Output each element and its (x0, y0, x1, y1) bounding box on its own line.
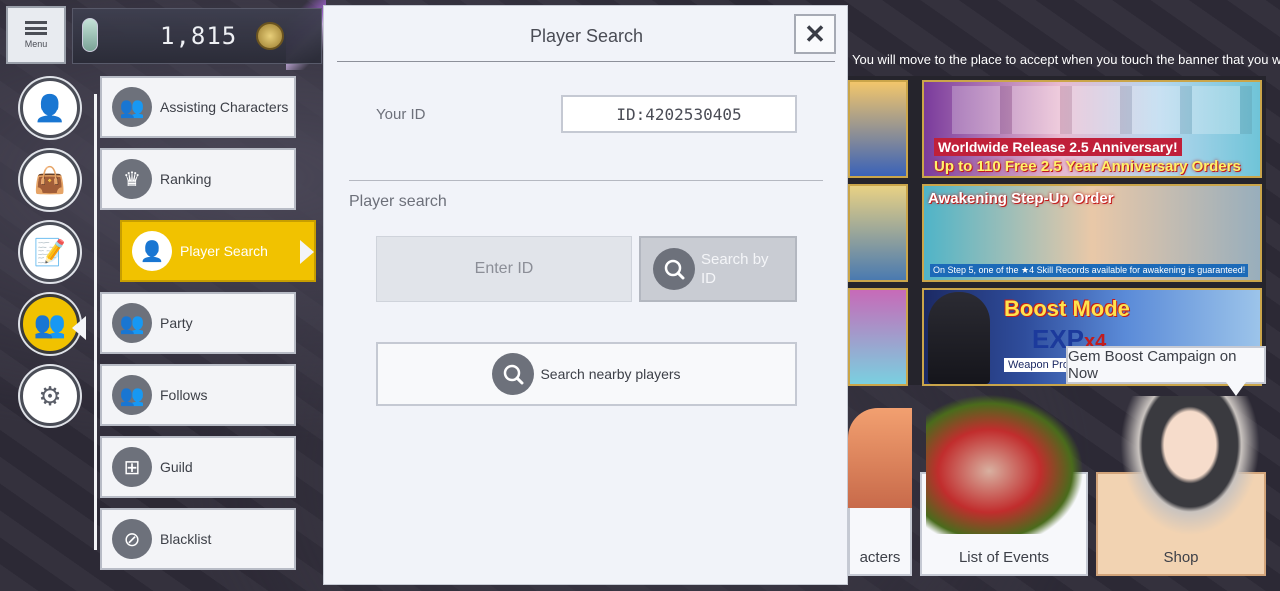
banner-subtitle: Up to 110 Free 2.5 Year Anniversary Orde… (934, 158, 1241, 175)
banner-title: Awakening Step-Up Order (928, 190, 1114, 207)
menu-label: Menu (24, 39, 48, 49)
banner-subtitle: On Step 5, one of the ★4 Skill Records a… (930, 264, 1249, 277)
submenu-party[interactable]: 👥 Party (100, 292, 296, 354)
player-search-dialog: Player Search ✕ Your ID ID:4202530405 Pl… (323, 5, 848, 585)
active-submenu-pointer (300, 240, 314, 264)
memory-diamond-icon (82, 18, 98, 52)
nav-shop[interactable]: 👜 (20, 150, 80, 210)
banner-thumb[interactable] (848, 80, 908, 178)
banner-characters-art (952, 86, 1252, 134)
shop-clerk-art (1120, 396, 1260, 536)
hamburger-icon (25, 21, 47, 35)
search-by-id-label: Search by ID (701, 250, 769, 288)
guild-icon: ⊞ (112, 447, 152, 487)
submenu-label: Blacklist (160, 531, 212, 547)
banner-title: Worldwide Release 2.5 Anniversary! (934, 138, 1182, 156)
search-by-id-button[interactable]: Search by ID (639, 236, 797, 302)
search-icon (492, 353, 535, 395)
assist-icon: 👥 (112, 87, 152, 127)
menu-button[interactable]: Menu (6, 6, 66, 64)
banner-subtitle: Weapon Pro (1004, 358, 1073, 372)
submenu-label: Assisting Characters (160, 99, 289, 115)
submenu-label: Guild (160, 459, 193, 475)
gem-count: 1,815 (160, 22, 238, 50)
your-id-label: Your ID (376, 106, 426, 123)
crown-icon: ♛ (112, 159, 152, 199)
tile-label: Shop (1163, 549, 1199, 566)
banner-character-art (928, 292, 990, 384)
tile-label: acters (859, 549, 901, 566)
submenu-label: Party (160, 315, 193, 331)
submenu-label: Player Search (180, 243, 268, 259)
close-icon: ✕ (804, 18, 826, 49)
search-nearby-button[interactable]: Search nearby players (376, 342, 797, 406)
submenu-ranking[interactable]: ♛ Ranking (100, 148, 296, 210)
nav-friends[interactable]: 👥 (20, 294, 80, 354)
friends-icon: 👥 (33, 308, 67, 339)
divider (349, 180, 823, 181)
dialog-title: Player Search (529, 26, 644, 46)
banner-info-text: You will move to the place to accept whe… (852, 52, 1280, 67)
player-search-icon: 👤 (132, 231, 172, 271)
blacklist-icon: ⊘ (112, 519, 152, 559)
active-nav-pointer (72, 316, 86, 340)
person-icon: 👤 (33, 92, 67, 123)
search-icon (653, 248, 695, 290)
search-nearby-label: Search nearby players (540, 366, 681, 382)
banner-awakening[interactable]: Awakening Step-Up Order On Step 5, one o… (922, 184, 1262, 282)
banner-thumb[interactable] (848, 288, 908, 386)
party-icon: 👥 (112, 303, 152, 343)
tile-label: List of Events (958, 549, 1050, 566)
submenu-follows[interactable]: 👥 Follows (100, 364, 296, 426)
nav-settings[interactable]: ⚙ (20, 366, 80, 426)
nav-profile[interactable]: 👤 (20, 78, 80, 138)
submenu-label: Ranking (160, 171, 212, 187)
events-dragon-art (926, 394, 1084, 534)
coin-icon[interactable] (256, 22, 284, 50)
submenu-line (94, 94, 97, 550)
enter-id-input[interactable]: Enter ID (376, 236, 632, 302)
gear-icon: ⚙ (38, 380, 62, 411)
submenu-guild[interactable]: ⊞ Guild (100, 436, 296, 498)
nav-records[interactable]: 📝 (20, 222, 80, 282)
characters-art (848, 408, 912, 508)
submenu-blacklist[interactable]: ⊘ Blacklist (100, 508, 296, 570)
follows-icon: 👥 (112, 375, 152, 415)
submenu-label: Follows (160, 387, 208, 403)
notes-icon: 📝 (33, 236, 67, 267)
banner-anniversary[interactable]: Worldwide Release 2.5 Anniversary! Up to… (922, 80, 1262, 178)
shop-bag-icon: 👜 (33, 164, 67, 195)
banner-title: Boost Mode (1004, 296, 1130, 321)
campaign-tooltip: Gem Boost Campaign on Now (1066, 346, 1266, 384)
submenu-player-search[interactable]: 👤 Player Search (120, 220, 316, 282)
submenu-assisting-characters[interactable]: 👥 Assisting Characters (100, 76, 296, 138)
your-id-value[interactable]: ID:4202530405 (561, 95, 797, 133)
tooltip-tail (1226, 382, 1246, 396)
player-search-section-label: Player search (349, 193, 447, 210)
divider (337, 61, 835, 62)
banner-thumb[interactable] (848, 184, 908, 282)
close-button[interactable]: ✕ (794, 14, 836, 54)
